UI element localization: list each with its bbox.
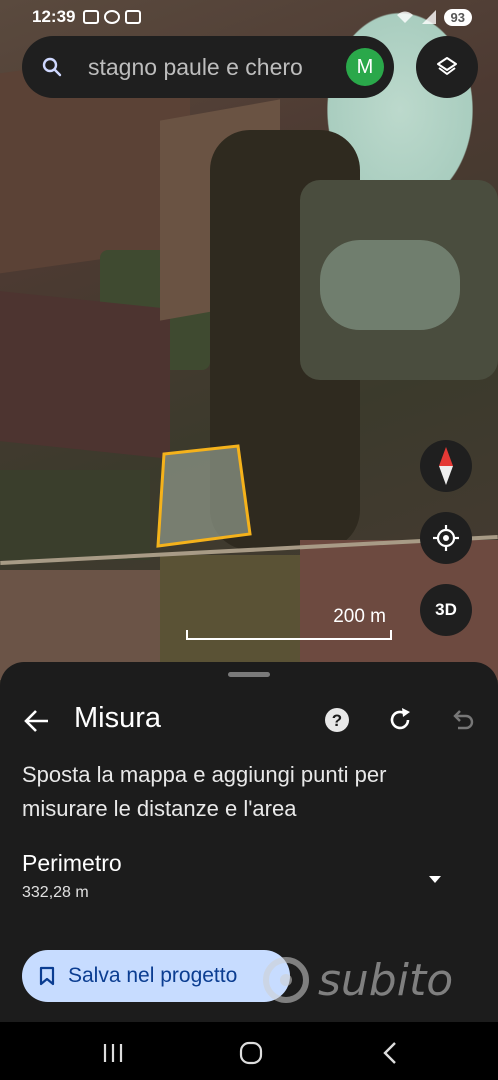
bookmark-icon: [39, 966, 55, 986]
avatar[interactable]: M: [346, 48, 384, 86]
satellite-map[interactable]: 12:39 93 stagno paule e chero M 3D 200 m: [0, 0, 498, 700]
sheet-header: Misura ?: [0, 696, 498, 746]
recent-apps-icon[interactable]: [100, 1040, 126, 1066]
measured-area-polygon[interactable]: [150, 440, 260, 555]
watermark-text: subito: [318, 954, 454, 1006]
back-nav-icon[interactable]: [378, 1040, 404, 1066]
layers-icon: [437, 57, 457, 75]
crosshair-icon: [433, 525, 459, 551]
map-wetland: [320, 240, 460, 330]
perimeter-value: 332,28 m: [22, 884, 89, 901]
whatsapp-icon: [104, 10, 121, 24]
compass-icon: [439, 447, 453, 485]
search-bar[interactable]: stagno paule e chero M: [22, 36, 394, 98]
perimeter-label: Perimetro: [22, 850, 122, 876]
wifi-icon: [396, 11, 413, 23]
sheet-drag-handle[interactable]: [228, 672, 270, 677]
compass-button[interactable]: [420, 440, 472, 492]
map-field: [0, 291, 170, 459]
my-location-button[interactable]: [420, 512, 472, 564]
home-icon[interactable]: [238, 1040, 264, 1066]
save-button-label: Salva nel progetto: [68, 964, 238, 987]
screenshot-icon: [83, 10, 100, 24]
map-scale: 200 m: [186, 606, 394, 640]
chevron-down-icon[interactable]: [424, 868, 446, 890]
system-nav-bar: [0, 1022, 498, 1080]
search-icon: [42, 57, 62, 77]
subito-watermark: subito: [262, 950, 482, 1010]
status-time: 12:39: [32, 7, 76, 26]
help-icon[interactable]: ?: [323, 706, 351, 734]
map-field: [0, 470, 150, 560]
signal-icon: [421, 10, 436, 24]
refresh-icon[interactable]: [386, 706, 414, 734]
search-input[interactable]: stagno paule e chero: [88, 54, 338, 81]
sheet-title: Misura: [74, 702, 162, 734]
status-bar: 12:39 93: [0, 0, 498, 34]
save-to-project-button[interactable]: Salva nel progetto: [22, 950, 290, 1002]
3d-toggle-button[interactable]: 3D: [420, 584, 472, 636]
app-icon: [125, 10, 142, 24]
battery-badge: 93: [443, 8, 472, 26]
layers-button[interactable]: [416, 36, 478, 98]
instructions-text: Sposta la mappa e aggiungi punti per mis…: [22, 762, 387, 821]
undo-icon[interactable]: [448, 706, 476, 734]
svg-text:?: ?: [332, 711, 342, 730]
scale-bar: [186, 630, 392, 640]
subito-logo-icon: [263, 957, 309, 1003]
back-arrow-icon[interactable]: [22, 706, 52, 736]
scale-label: 200 m: [333, 606, 386, 627]
